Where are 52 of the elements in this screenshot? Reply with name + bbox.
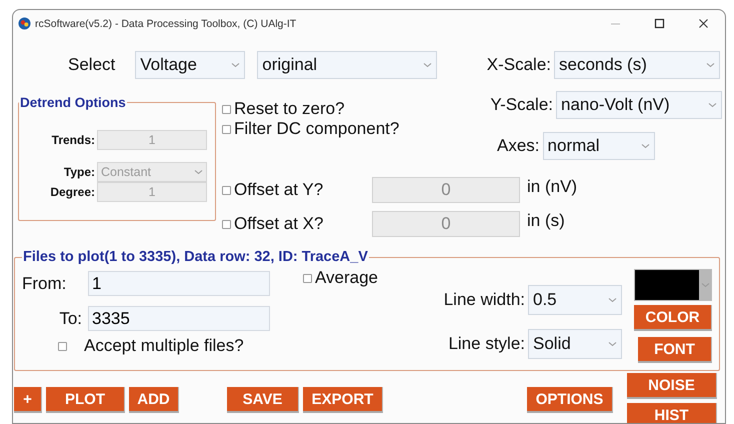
line-width-dropdown[interactable]: 0.5 <box>528 285 622 315</box>
field-label: Type: <box>62 165 96 179</box>
chevron-icon <box>706 62 715 68</box>
select-label: Select <box>68 55 116 75</box>
axes-label: Axes: <box>497 136 540 156</box>
input-field[interactable]: 3335 <box>88 306 270 331</box>
unit-label: in (nV) <box>527 177 578 197</box>
app-logo-icon <box>18 17 31 30</box>
x-scale-label: X-Scale: <box>486 55 551 75</box>
chevron-icon <box>700 282 710 288</box>
checkbox-option[interactable]: Accept multiple files? <box>58 336 282 356</box>
line-style-label: Line style: <box>448 334 525 354</box>
checkbox-option[interactable]: Reset to zero? <box>222 99 466 119</box>
chevron-icon <box>608 341 617 347</box>
chevron-icon <box>423 62 432 68</box>
checkbox-option[interactable]: Filter DC component? <box>222 119 466 139</box>
field-label: Degree: <box>49 185 96 199</box>
action-button[interactable]: NOISE <box>627 373 717 399</box>
processing-dropdown[interactable]: original <box>257 51 438 79</box>
axes-dropdown[interactable]: normal <box>542 132 655 160</box>
maximize-icon <box>654 18 664 29</box>
y-scale-label: Y-Scale: <box>490 95 553 115</box>
action-button[interactable]: OPTIONS <box>527 387 613 413</box>
chevron-icon <box>194 169 203 175</box>
field-label: Trends: <box>50 133 96 147</box>
line-width-label: Line width: <box>444 290 525 310</box>
x-scale-dropdown[interactable]: seconds (s) <box>554 51 720 79</box>
checkbox-option[interactable]: Average <box>303 268 392 288</box>
panel-title: Files to plot(1 to 3335), Data row: 32, ID: TraceA_V <box>22 249 369 265</box>
field-label: To: <box>58 308 83 328</box>
action-button[interactable]: PLOT <box>46 387 125 413</box>
window-title: rcSoftware(v5.2) - Data Processing Toolbox, (C) UAlg-IT <box>35 18 296 30</box>
chevron-icon <box>608 297 617 303</box>
action-button[interactable]: HIST <box>627 403 717 423</box>
unit-label: in (s) <box>527 211 565 231</box>
line-style-dropdown[interactable]: Solid <box>528 329 622 359</box>
field-label: From: <box>22 274 68 294</box>
panel-title: Detrend Options <box>19 95 127 110</box>
action-button[interactable]: FONT <box>638 337 712 363</box>
chevron-icon <box>708 102 717 108</box>
action-button[interactable]: ADD <box>129 387 179 413</box>
chevron-icon <box>640 143 650 149</box>
y-scale-dropdown[interactable]: nano-Volt (nV) <box>556 91 722 119</box>
action-button[interactable]: EXPORT <box>303 387 383 413</box>
close-icon <box>698 18 708 29</box>
chevron-icon <box>231 62 240 68</box>
action-button[interactable]: + <box>14 387 42 413</box>
action-button[interactable]: COLOR <box>634 305 712 331</box>
quantity-dropdown[interactable]: Voltage <box>135 51 246 79</box>
input-field[interactable]: 1 <box>88 271 270 296</box>
action-button[interactable]: SAVE <box>227 387 299 413</box>
color-dropdown[interactable] <box>634 269 712 301</box>
